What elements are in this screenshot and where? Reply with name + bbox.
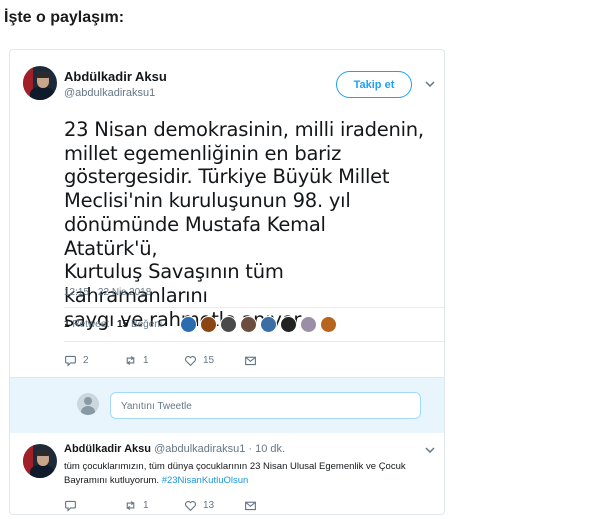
tweet-actions: 2 1 15 [64,354,264,367]
liker-avatar[interactable] [260,316,277,333]
direct-message-button[interactable] [244,499,264,512]
author-handle[interactable]: @abdulkadiraksu1 [64,87,155,99]
reply-actions: 1 13 [64,499,264,512]
tweet-text-line: Meclisi'nin kuruluşunun 98. yıl [64,189,351,213]
liker-avatar[interactable] [180,316,197,333]
liker-avatar[interactable] [280,316,297,333]
reply-author-avatar[interactable] [23,444,57,478]
author-avatar[interactable] [23,66,57,100]
liker-avatar[interactable] [320,316,337,333]
reply-icon [65,355,76,367]
article-heading: İşte o paylaşım: [4,9,125,26]
liker-avatar[interactable] [200,316,217,333]
tweet-text-line: Kurtuluş Savaşının tüm kahramanlarını [64,260,284,307]
retweet-icon [126,501,135,510]
tweet-text-line: 23 Nisan demokrasinin, milli iradenin, [64,118,424,141]
chevron-down-icon[interactable] [423,443,437,457]
reply-button[interactable] [64,499,124,512]
reply-input[interactable]: Yanıtını Tweetle [110,392,421,419]
like-count: 13 [203,500,215,511]
likers-avatars[interactable] [180,316,337,333]
reply-text: tüm çocuklarımızın, tüm dünya çocukların… [64,460,414,488]
reply-compose-box: Yanıtını Tweetle [10,377,444,433]
retweet-count: 1 [143,500,149,511]
tweet-stats: 1 Retweet 15 Beğeni [64,319,162,330]
reply-author-name[interactable]: Abdülkadir Aksu [64,443,151,455]
retweet-button[interactable]: 1 [124,354,184,367]
like-icon [184,355,197,367]
reply-author-handle[interactable]: @abdulkadiraksu1 [154,443,245,455]
like-stat[interactable]: 15 Beğeni [117,319,162,330]
reply-time[interactable]: · 10 dk. [248,443,285,455]
follow-button[interactable]: Takip et [336,71,412,98]
embedded-tweet-card: Abdülkadir Aksu @abdulkadiraksu1 Takip e… [9,49,445,515]
retweet-stat[interactable]: 1 Retweet [64,319,109,330]
divider [64,341,444,342]
reply-header: Abdülkadir Aksu @abdulkadiraksu1 · 10 dk… [64,443,285,455]
chevron-down-icon[interactable] [423,77,437,91]
reply-icon [65,500,76,512]
retweet-icon [126,356,135,365]
liker-avatar[interactable] [240,316,257,333]
like-count: 15 [203,355,215,366]
direct-message-button[interactable] [244,354,264,367]
tweet-text-line: dönümünde Mustafa Kemal Atatürk'ü, [64,212,326,260]
message-icon [245,501,256,511]
liker-avatar[interactable] [220,316,237,333]
tweet-timestamp[interactable]: 12:15 - 22 Nis 2018 [64,287,151,298]
liker-avatar[interactable] [300,316,317,333]
retweet-button[interactable]: 1 [124,499,184,512]
reply-hashtag-link[interactable]: #23NisanKutluOlsun [162,475,249,486]
message-icon [245,356,256,366]
author-name[interactable]: Abdülkadir Aksu [64,69,167,84]
tweet-text: 23 Nisan demokrasinin, milli iradenin, m… [64,118,424,331]
like-button[interactable]: 13 [184,499,244,512]
like-icon [184,500,197,512]
reply-count: 2 [83,355,89,366]
like-button[interactable]: 15 [184,354,244,367]
user-placeholder-icon [77,393,99,415]
retweet-count: 1 [143,355,149,366]
divider [64,307,444,308]
reply-button[interactable]: 2 [64,354,124,367]
tweet-text-line: göstergesidir. Türkiye Büyük Millet [64,165,390,189]
tweet-text-line: millet egemenliğinin en bariz [64,141,342,165]
